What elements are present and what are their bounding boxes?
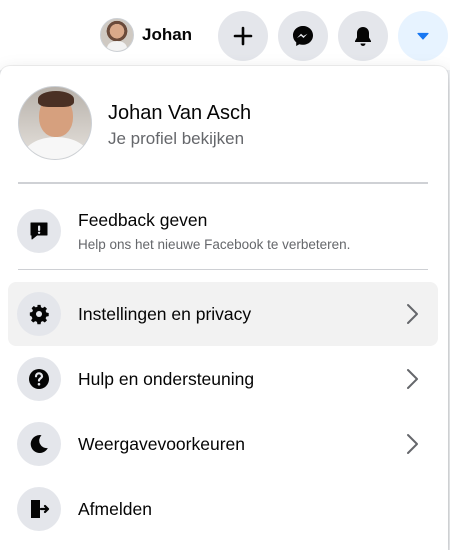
account-dropdown-menu: Johan Van Asch Je profiel bekijken Feedb… [0, 66, 448, 550]
moon-icon [17, 422, 61, 466]
plus-icon [233, 26, 253, 46]
settings-privacy-label: Instellingen en privacy [78, 304, 252, 324]
give-feedback-label: Feedback geven [78, 210, 208, 230]
chevron-right-icon [407, 434, 418, 454]
divider [18, 182, 428, 184]
profile-shortcut-name: Johan [142, 25, 193, 44]
give-feedback-description: Help ons het nieuwe Facebook te verbeter… [78, 237, 351, 252]
view-profile-link[interactable]: Johan Van Asch Je profiel bekijken [8, 74, 438, 170]
logout-item[interactable]: Afmelden [8, 477, 438, 541]
feedback-exclamation-icon [17, 209, 61, 253]
question-icon [17, 357, 61, 401]
create-button[interactable] [218, 11, 268, 61]
gear-icon [17, 292, 61, 336]
display-preferences-item[interactable]: Weergavevoorkeuren [8, 412, 438, 476]
give-feedback-item[interactable]: Feedback geven Help ons het nieuwe Faceb… [8, 196, 438, 266]
chevron-right-icon [407, 304, 418, 324]
logout-door-icon [17, 487, 61, 531]
profile-shortcut[interactable]: Johan [96, 14, 204, 56]
avatar [100, 18, 134, 52]
messenger-button[interactable] [278, 11, 328, 61]
profile-name: Johan Van Asch [108, 102, 252, 124]
logout-label: Afmelden [78, 499, 152, 519]
top-navigation-bar: Johan [0, 0, 450, 70]
caret-down-icon [417, 32, 429, 40]
bell-icon [355, 27, 371, 46]
chevron-right-icon [407, 369, 418, 389]
notifications-button[interactable] [338, 11, 388, 61]
display-preferences-label: Weergavevoorkeuren [78, 434, 245, 454]
view-profile-label: Je profiel bekijken [108, 129, 245, 148]
divider [18, 269, 428, 270]
account-menu-button[interactable] [398, 11, 448, 61]
help-support-item[interactable]: Hulp en ondersteuning [8, 347, 438, 411]
avatar [18, 86, 92, 160]
messenger-icon [293, 26, 313, 46]
help-support-label: Hulp en ondersteuning [78, 369, 255, 389]
settings-privacy-item[interactable]: Instellingen en privacy [8, 282, 438, 346]
